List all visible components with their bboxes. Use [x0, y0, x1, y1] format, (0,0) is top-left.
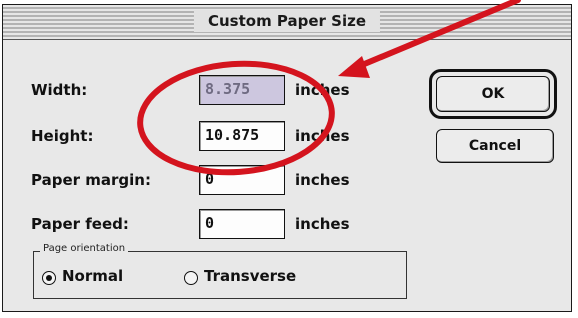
- height-label: Height:: [31, 127, 94, 145]
- radio-transverse-label[interactable]: Transverse: [204, 267, 296, 285]
- paper-feed-field[interactable]: 0: [199, 209, 285, 239]
- width-unit: inches: [295, 81, 350, 99]
- radio-transverse[interactable]: [184, 271, 198, 285]
- page-orientation-label: Page orientation: [40, 243, 129, 254]
- width-label: Width:: [31, 81, 88, 99]
- height-field[interactable]: 10.875: [199, 121, 285, 151]
- paper-margin-unit: inches: [295, 171, 350, 189]
- cancel-button[interactable]: Cancel: [436, 129, 554, 163]
- paper-margin-field[interactable]: 0: [199, 165, 285, 195]
- page-orientation-group: Page orientation Normal Transverse: [33, 243, 407, 299]
- ok-button[interactable]: OK: [436, 76, 550, 112]
- radio-normal-label[interactable]: Normal: [62, 267, 123, 285]
- paper-margin-label: Paper margin:: [31, 171, 151, 189]
- height-unit: inches: [295, 127, 350, 145]
- dialog-title: Custom Paper Size: [193, 10, 381, 32]
- width-field[interactable]: 8.375: [199, 75, 285, 105]
- paper-feed-unit: inches: [295, 215, 350, 233]
- title-bar[interactable]: Custom Paper Size: [3, 5, 571, 40]
- radio-normal[interactable]: [42, 271, 56, 285]
- paper-feed-label: Paper feed:: [31, 215, 129, 233]
- custom-paper-size-dialog: Custom Paper Size Width: 8.375 inches He…: [2, 4, 572, 312]
